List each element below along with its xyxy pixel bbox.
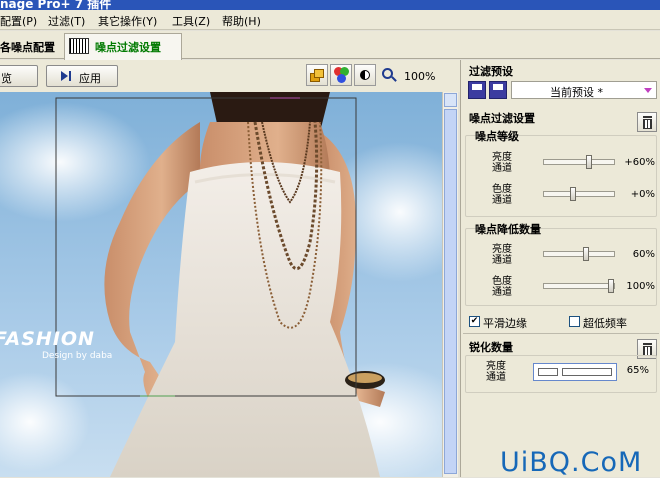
menu-bar: 配置(P) 过滤(T) 其它操作(Y) 工具(Z) 帮助(H) — [0, 10, 660, 30]
reduce-chroma-label: 色度 通道 — [492, 276, 512, 298]
noise-reduction-title: 噪点降低数量 — [475, 223, 541, 236]
noise-settings-title: 噪点过滤设置 — [469, 112, 535, 125]
preset-value: 当前预设 * — [550, 86, 603, 99]
sharpen-handle[interactable] — [538, 368, 558, 376]
reduce-chroma-value: 100% — [626, 281, 655, 292]
noise-level-title: 噪点等级 — [475, 130, 519, 143]
zoom-handle — [391, 76, 397, 82]
preview-button[interactable]: 览 — [0, 65, 38, 87]
sharpen-track — [562, 368, 612, 376]
tab-label: 噪点过滤设置 — [95, 41, 161, 54]
level-chroma-value: +0% — [630, 189, 655, 200]
fashion-byline: Design by daba — [42, 351, 113, 361]
bar-icon — [69, 71, 71, 81]
menu-filter[interactable]: 过滤(T) — [48, 13, 85, 29]
title-bar: nage Pro+ 7 插件 — [0, 0, 660, 10]
image-preview[interactable]: FASHION Design by daba — [0, 92, 442, 477]
sharpen-title: 锐化数量 — [469, 341, 513, 354]
slider-knob[interactable] — [586, 155, 592, 169]
menu-help[interactable]: 帮助(H) — [222, 13, 261, 29]
preview-scrollbar[interactable] — [442, 92, 458, 477]
level-chroma-slider[interactable] — [543, 187, 615, 201]
brightness-icon[interactable] — [354, 64, 376, 86]
color-channels-icon[interactable] — [330, 64, 352, 86]
reduce-luma-label: 亮度 通道 — [492, 244, 512, 266]
tab-noise-config[interactable]: 各噪点配置 — [0, 39, 55, 55]
trash-icon[interactable] — [637, 112, 657, 132]
sharpen-luma-label: 亮度 通道 — [486, 361, 506, 383]
level-chroma-label: 色度 通道 — [492, 184, 512, 206]
menu-config[interactable]: 配置(P) — [0, 13, 37, 29]
ultralow-freq-label: 超低频率 — [583, 317, 627, 330]
play-icon — [61, 71, 68, 81]
save-as-preset-icon[interactable] — [489, 81, 507, 99]
menu-other-ops[interactable]: 其它操作(Y) — [98, 13, 157, 29]
sharpen-slider-track[interactable] — [533, 363, 617, 381]
level-luma-label: 亮度 通道 — [492, 152, 512, 174]
settings-panel: 过滤预设 当前预设 * 噪点过滤设置 噪点等级 亮度 通道 +60% 色度 通道… — [460, 60, 660, 477]
slider-knob[interactable] — [570, 187, 576, 201]
level-luma-slider[interactable] — [543, 155, 615, 169]
tab-noise-filter-settings[interactable]: 噪点过滤设置 — [64, 33, 182, 60]
fashion-brand: FASHION — [0, 328, 95, 350]
slider-knob[interactable] — [583, 247, 589, 261]
slider-knob[interactable] — [608, 279, 614, 293]
reduce-chroma-slider[interactable] — [543, 279, 615, 293]
sharpen-value: 65% — [626, 365, 649, 376]
preview-toolbar: 览 应用 100% — [0, 60, 460, 92]
tab-bar: 各噪点配置 噪点过滤设置 — [0, 31, 660, 60]
zoom-level: 100% — [404, 70, 436, 83]
save-preset-icon[interactable] — [468, 81, 486, 99]
preset-title: 过滤预设 — [469, 65, 513, 78]
layers-icon[interactable] — [306, 64, 328, 86]
window-title: nage Pro+ 7 插件 — [0, 0, 112, 10]
level-luma-value: +60% — [624, 157, 655, 168]
preset-dropdown[interactable]: 当前预设 * — [511, 81, 657, 99]
smooth-edges-checkbox[interactable]: ✔ — [469, 316, 480, 327]
filter-icon — [69, 38, 89, 54]
divider — [463, 333, 659, 334]
scroll-up-button[interactable] — [444, 93, 457, 107]
reduce-luma-slider[interactable] — [543, 247, 615, 261]
preview-photo — [0, 92, 442, 477]
scroll-thumb[interactable] — [444, 109, 457, 474]
apply-button[interactable]: 应用 — [46, 65, 118, 87]
watermark: UiBQ.CoM — [500, 447, 643, 478]
reduce-luma-value: 60% — [632, 249, 655, 260]
ultralow-freq-checkbox[interactable] — [569, 316, 580, 327]
smooth-edges-label: 平滑边缘 — [483, 317, 527, 330]
menu-tools[interactable]: 工具(Z) — [172, 13, 210, 29]
chevron-down-icon — [644, 88, 652, 93]
